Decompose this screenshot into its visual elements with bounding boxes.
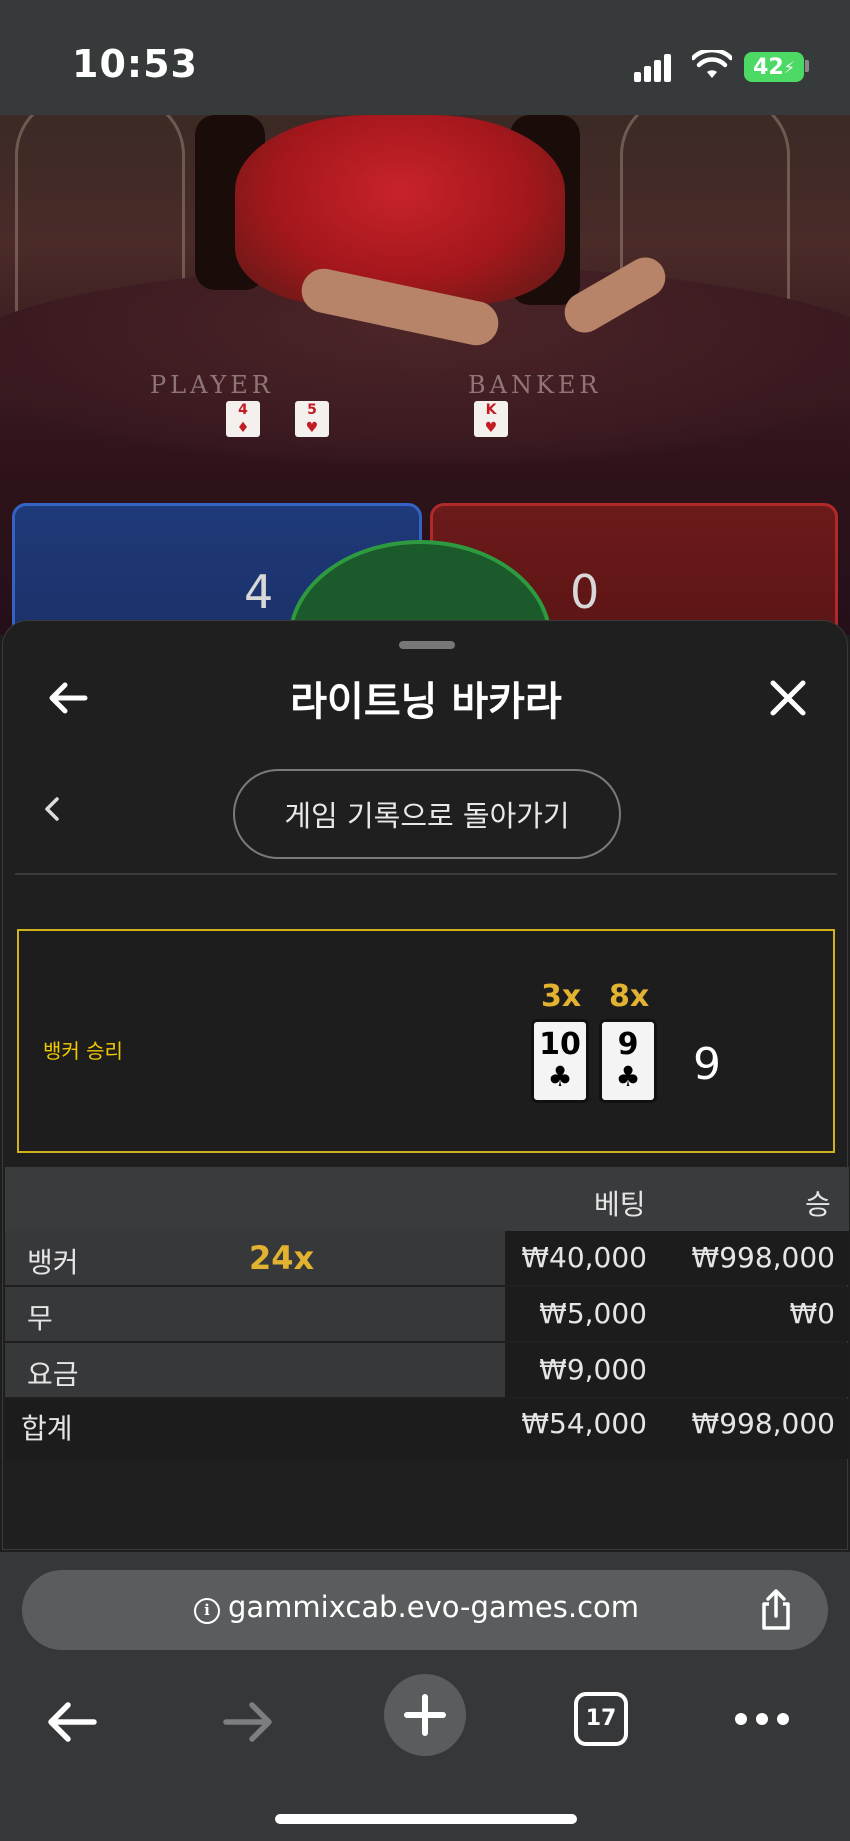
player-card-rank: 5 <box>307 402 317 418</box>
battery-cap <box>805 60 809 72</box>
battery-level: 42 <box>753 54 784 80</box>
wifi-icon <box>692 50 732 78</box>
chevron-left-icon[interactable] <box>35 791 71 827</box>
card-rank: 9 <box>617 1027 639 1062</box>
club-suit-icon: ♣ <box>615 1060 641 1093</box>
banker-card-rank: K <box>485 402 497 418</box>
bet-type: 뱅커 <box>27 1246 79 1279</box>
card-multiplier: 3x <box>541 979 582 1014</box>
game-history-sheet: 라이트닝 바카라 게임 기록으로 돌아가기 뱅커 승리 3x 8x 10 ♣ 9… <box>2 620 849 1550</box>
more-icon[interactable] <box>732 1704 792 1734</box>
close-icon[interactable] <box>763 673 813 723</box>
player-label: PLAYER <box>150 371 274 399</box>
address-bar[interactable]: i gammixcab.evo-games.com <box>22 1570 828 1650</box>
card-rank: 10 <box>539 1027 581 1062</box>
bet-amount: ₩9,000 <box>539 1353 647 1386</box>
label-cell <box>5 1287 505 1341</box>
win-amount: ₩0 <box>789 1297 836 1330</box>
hand-total: 9 <box>693 1039 721 1090</box>
home-indicator <box>275 1814 577 1824</box>
table-header: 베팅 승 <box>5 1167 849 1231</box>
column-header-bet: 베팅 <box>594 1188 646 1221</box>
total-bet: ₩54,000 <box>521 1407 647 1440</box>
table-row: 뱅커 24x ₩40,000 ₩998,000 <box>5 1231 849 1285</box>
tabs-button[interactable]: 17 <box>574 1692 628 1746</box>
signal-icon <box>634 54 674 82</box>
back-to-history-button[interactable]: 게임 기록으로 돌아가기 <box>233 769 621 859</box>
bet-amount: ₩5,000 <box>539 1297 647 1330</box>
live-video[interactable]: PLAYER BANKER 4 ♦ 5 ♥ K ♥ 4 0 <box>0 115 850 635</box>
dealer <box>235 115 565 305</box>
banker-result-card: 9 ♣ <box>599 1019 657 1103</box>
forward-icon[interactable] <box>218 1692 278 1752</box>
player-card: 4 ♦ <box>226 401 260 437</box>
table-row: 무 ₩5,000 ₩0 <box>5 1287 849 1341</box>
bet-type: 무 <box>27 1302 53 1335</box>
back-icon[interactable] <box>42 1692 102 1752</box>
label-cell <box>5 1343 505 1397</box>
browser-toolbar: i gammixcab.evo-games.com 17 <box>0 1552 850 1841</box>
table-total-row: 합계 ₩54,000 ₩998,000 <box>5 1399 849 1459</box>
win-amount: ₩998,000 <box>691 1241 835 1274</box>
plus-icon <box>404 1694 446 1736</box>
total-label: 합계 <box>21 1412 73 1445</box>
new-tab-button[interactable] <box>384 1674 466 1756</box>
lightning-multiplier: 24x <box>249 1239 315 1277</box>
sheet-grabber[interactable] <box>399 641 455 649</box>
club-suit-icon: ♣ <box>547 1060 573 1093</box>
status-bar: 10:53 42 ⚡ <box>0 0 850 115</box>
divider <box>15 873 837 875</box>
player-card-rank: 4 <box>238 402 248 418</box>
info-icon[interactable]: i <box>194 1598 220 1624</box>
bet-amount: ₩40,000 <box>521 1241 647 1274</box>
card-multiplier: 8x <box>609 979 650 1014</box>
status-time: 10:53 <box>72 42 198 86</box>
player-score: 4 <box>244 565 274 619</box>
player-card: 5 ♥ <box>295 401 329 437</box>
sheet-title: 라이트닝 바카라 <box>290 679 562 725</box>
total-win: ₩998,000 <box>691 1407 835 1440</box>
banker-result-card: 10 ♣ <box>531 1019 589 1103</box>
url-text[interactable]: gammixcab.evo-games.com <box>228 1590 639 1624</box>
result-label: 뱅커 승리 <box>43 1039 123 1063</box>
battery-icon: 42 ⚡ <box>744 52 804 82</box>
bet-type: 요금 <box>27 1358 79 1391</box>
round-result: 뱅커 승리 3x 8x 10 ♣ 9 ♣ 9 <box>17 929 835 1153</box>
banker-card: K ♥ <box>474 401 508 437</box>
table-row: 요금 ₩9,000 <box>5 1343 849 1397</box>
banker-score: 0 <box>570 565 600 619</box>
banker-label: BANKER <box>468 371 602 399</box>
column-header-win: 승 <box>805 1188 831 1221</box>
share-icon[interactable] <box>752 1586 800 1634</box>
